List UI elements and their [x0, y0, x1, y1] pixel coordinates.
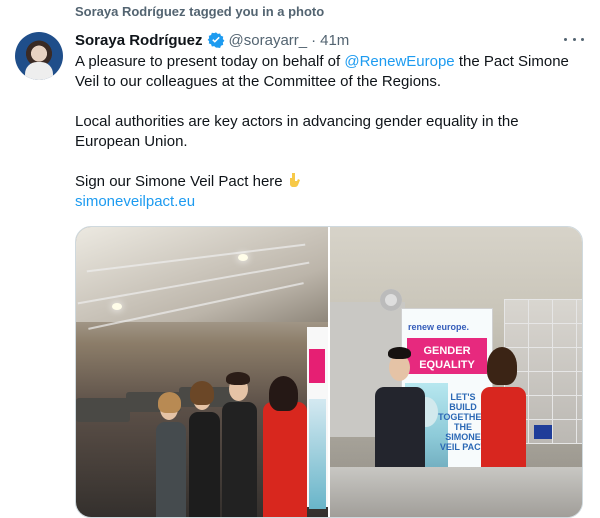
tweet-timestamp[interactable]: 41m [320, 32, 349, 49]
conference-table [330, 467, 582, 517]
banner-brand: renew europe. [408, 322, 470, 332]
sign-pact-text: Sign our Simone Veil Pact here [75, 173, 283, 190]
tweet-text-prefix: A pleasure to present today on behalf of [75, 53, 345, 70]
tweet-paragraph-3: Sign our Simone Veil Pact here [75, 172, 580, 192]
tweet-paragraph-2: Local authorities are key actors in adva… [75, 113, 519, 150]
timestamp-separator: · [311, 31, 317, 49]
pointing-hand-emoji [289, 173, 300, 187]
more-options-icon[interactable] [564, 31, 584, 47]
avatar-shirt [25, 62, 53, 80]
author-handle[interactable]: @sorayarr_ [229, 32, 308, 49]
event-banner-partial [307, 327, 328, 509]
tweet-paragraph-1: A pleasure to present today on behalf of… [75, 52, 580, 92]
tweet-header: Soraya Rodríguez @sorayarr_ · 41m [75, 30, 584, 50]
author-avatar[interactable] [15, 32, 63, 80]
tagged-context-label[interactable]: Soraya Rodríguez tagged you in a photo [75, 4, 324, 19]
eu-logo-icon [534, 425, 552, 439]
simone-veil-pact-link[interactable]: simoneveilpact.eu [75, 193, 195, 210]
verified-badge-icon [207, 32, 224, 48]
banner-photo[interactable]: renew europe. GENDER EQUALITY LET'S BUILD… [330, 227, 582, 517]
renew-europe-mention-link[interactable]: @RenewEurope [344, 53, 454, 70]
committee-label [533, 442, 576, 454]
camera-device [380, 289, 402, 311]
conference-room-photo[interactable] [76, 227, 328, 517]
tweet-media-gallery[interactable]: renew europe. GENDER EQUALITY LET'S BUILD… [75, 226, 583, 518]
author-name[interactable]: Soraya Rodríguez [75, 32, 203, 49]
tweet-text: A pleasure to present today on behalf of… [75, 52, 580, 212]
banner-title: GENDER EQUALITY [407, 338, 487, 374]
